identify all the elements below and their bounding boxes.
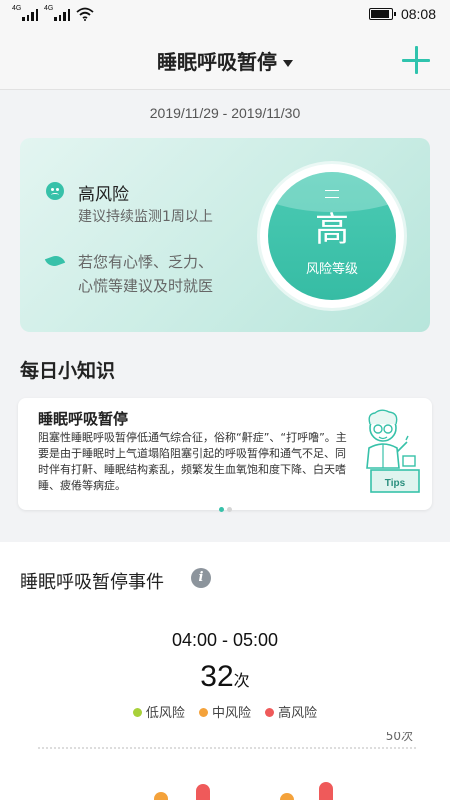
risk-level-badge: 高 风险等级	[260, 164, 404, 308]
network-type-label-2: 4G	[44, 5, 54, 12]
carousel-indicator[interactable]	[18, 497, 432, 516]
status-bar: 4G 4G 08:08	[0, 0, 450, 30]
app-header: 睡眠呼吸暂停	[0, 30, 450, 90]
monitor-advice-text: 建议持续监测1周以上	[78, 209, 213, 225]
sad-face-icon	[46, 182, 64, 200]
info-icon[interactable]: i	[191, 568, 211, 588]
status-right: 08:08	[368, 6, 436, 22]
medical-advice-line-1: 若您有心悸、乏力、	[78, 253, 214, 271]
y-tick-label: 50次	[386, 732, 413, 743]
risk-card: 高风险 建议持续监测1周以上 若您有心悸、乏力、 心慌等建议及时就医 高 风险等…	[20, 138, 430, 332]
status-time: 08:08	[400, 6, 436, 22]
daily-tips-heading: 每日小知识	[20, 360, 116, 382]
daily-tips-card[interactable]: 睡眠呼吸暂停 阻塞性睡眠呼吸暂停低通气综合征，俗称“鼾症”、“打呼噜”。主要是由…	[18, 398, 432, 512]
carousel-dot-2[interactable]	[226, 507, 232, 512]
date-range: 2019/11/29 - 2019/11/30	[149, 105, 301, 121]
add-button[interactable]	[402, 46, 430, 74]
legend-label-medium: 中风险	[211, 706, 251, 721]
legend-dot-high	[265, 708, 275, 717]
wind-icon	[325, 190, 339, 198]
tip-title: 睡眠呼吸暂停	[38, 410, 129, 428]
medical-advice-line-2: 心慌等建议及时就医	[78, 277, 214, 295]
events-count-unit: 次	[233, 671, 250, 690]
legend-label-low: 低风险	[145, 706, 185, 721]
legend-item-medium: 中风险	[198, 702, 251, 721]
chart-bar	[319, 782, 333, 800]
chart-bar	[280, 793, 294, 800]
events-count: 32次	[0, 660, 450, 694]
risk-level-text: 高风险	[78, 185, 129, 205]
tip-body: 阻塞性睡眠呼吸暂停低通气综合征，俗称“鼾症”、“打呼噜”。主要是由于睡眠时上气道…	[38, 431, 347, 492]
wifi-icon	[76, 7, 94, 21]
risk-legend: 低风险 中风险 高风险	[0, 702, 450, 721]
apnea-events-section: 睡眠呼吸暂停事件 i 04:00 - 05:00 32次 低风险 中风险 高风险…	[0, 542, 450, 800]
cellular-signal-icon: 4G	[12, 5, 38, 21]
legend-dot-medium	[198, 708, 208, 717]
medical-advice: 若您有心悸、乏力、 心慌等建议及时就医	[78, 250, 213, 298]
title-dropdown[interactable]: 睡眠呼吸暂停	[0, 46, 450, 75]
tips-label: Tips	[385, 478, 406, 489]
chart-bar	[196, 784, 210, 800]
network-type-label: 4G	[12, 5, 22, 12]
caret-down-icon	[283, 60, 293, 67]
carousel-dot-1[interactable]	[218, 507, 224, 512]
doctor-illustration-icon: Tips	[366, 409, 420, 493]
battery-icon	[368, 8, 396, 20]
events-count-value: 32	[200, 660, 234, 693]
cellular-signal-icon-2: 4G	[44, 5, 70, 21]
status-left: 4G 4G	[12, 5, 94, 21]
chart-bar	[154, 792, 168, 800]
risk-badge-label: 风险等级	[305, 262, 358, 277]
page-title: 睡眠呼吸暂停	[157, 50, 277, 74]
events-bar-chart[interactable]: 50次	[0, 732, 450, 800]
leaf-icon	[44, 253, 66, 269]
legend-label-high: 高风险	[278, 706, 318, 721]
events-time-range: 04:00 - 05:00	[171, 630, 279, 650]
events-heading: 睡眠呼吸暂停事件	[20, 572, 164, 593]
legend-item-high: 高风险	[265, 702, 317, 721]
risk-badge-value: 高	[315, 210, 349, 250]
legend-dot-low	[132, 708, 142, 717]
legend-item-low: 低风险	[132, 702, 185, 721]
